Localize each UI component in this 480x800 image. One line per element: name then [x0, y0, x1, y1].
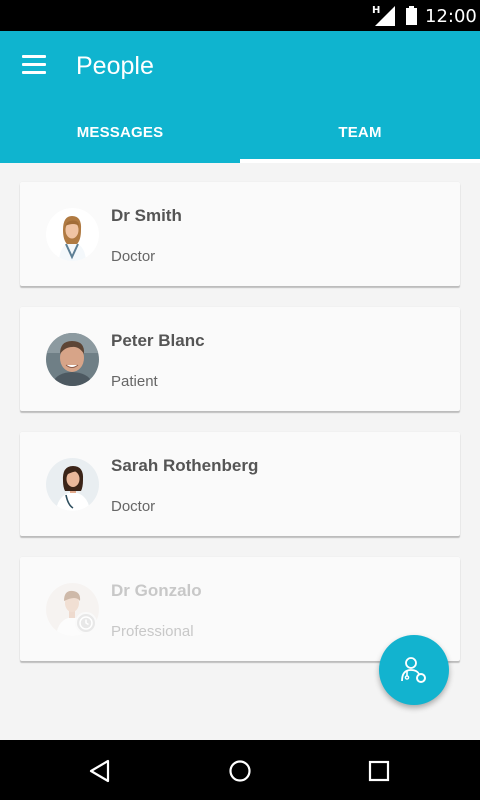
tab-bar: MESSAGES TEAM — [0, 102, 480, 163]
navigation-bar — [0, 740, 480, 800]
app-bar: People MESSAGES TEAM — [0, 31, 480, 163]
clock: 12:00 — [425, 6, 477, 27]
person-card[interactable]: Sarah Rothenberg Doctor — [20, 432, 460, 536]
status-bar: H 12:00 — [0, 0, 480, 31]
home-icon[interactable] — [225, 756, 255, 786]
person-name: Peter Blanc — [111, 331, 205, 350]
person-name: Dr Gonzalo — [111, 581, 202, 600]
person-role: Doctor — [111, 248, 156, 265]
person-name: Sarah Rothenberg — [111, 456, 259, 475]
avatar — [46, 333, 99, 386]
page-title: People — [76, 52, 154, 80]
battery-icon — [406, 6, 417, 25]
tab-indicator — [240, 159, 480, 163]
recents-icon[interactable] — [364, 756, 394, 786]
person-card[interactable]: Dr Smith Doctor — [20, 182, 460, 286]
tab-messages[interactable]: MESSAGES — [0, 102, 240, 163]
back-icon[interactable] — [86, 756, 116, 786]
person-role: Doctor — [111, 498, 156, 515]
pending-clock-icon — [75, 612, 97, 634]
add-professional-button[interactable] — [379, 635, 449, 705]
avatar — [46, 208, 99, 261]
person-name: Dr Smith — [111, 206, 182, 225]
person-card[interactable]: Peter Blanc Patient — [20, 307, 460, 411]
add-professional-icon — [401, 657, 426, 683]
tab-team[interactable]: TEAM — [240, 102, 480, 163]
person-role: Professional — [111, 623, 194, 640]
menu-icon[interactable] — [22, 55, 48, 77]
person-role: Patient — [111, 373, 158, 390]
avatar — [46, 458, 99, 511]
signal-icon — [375, 6, 395, 26]
